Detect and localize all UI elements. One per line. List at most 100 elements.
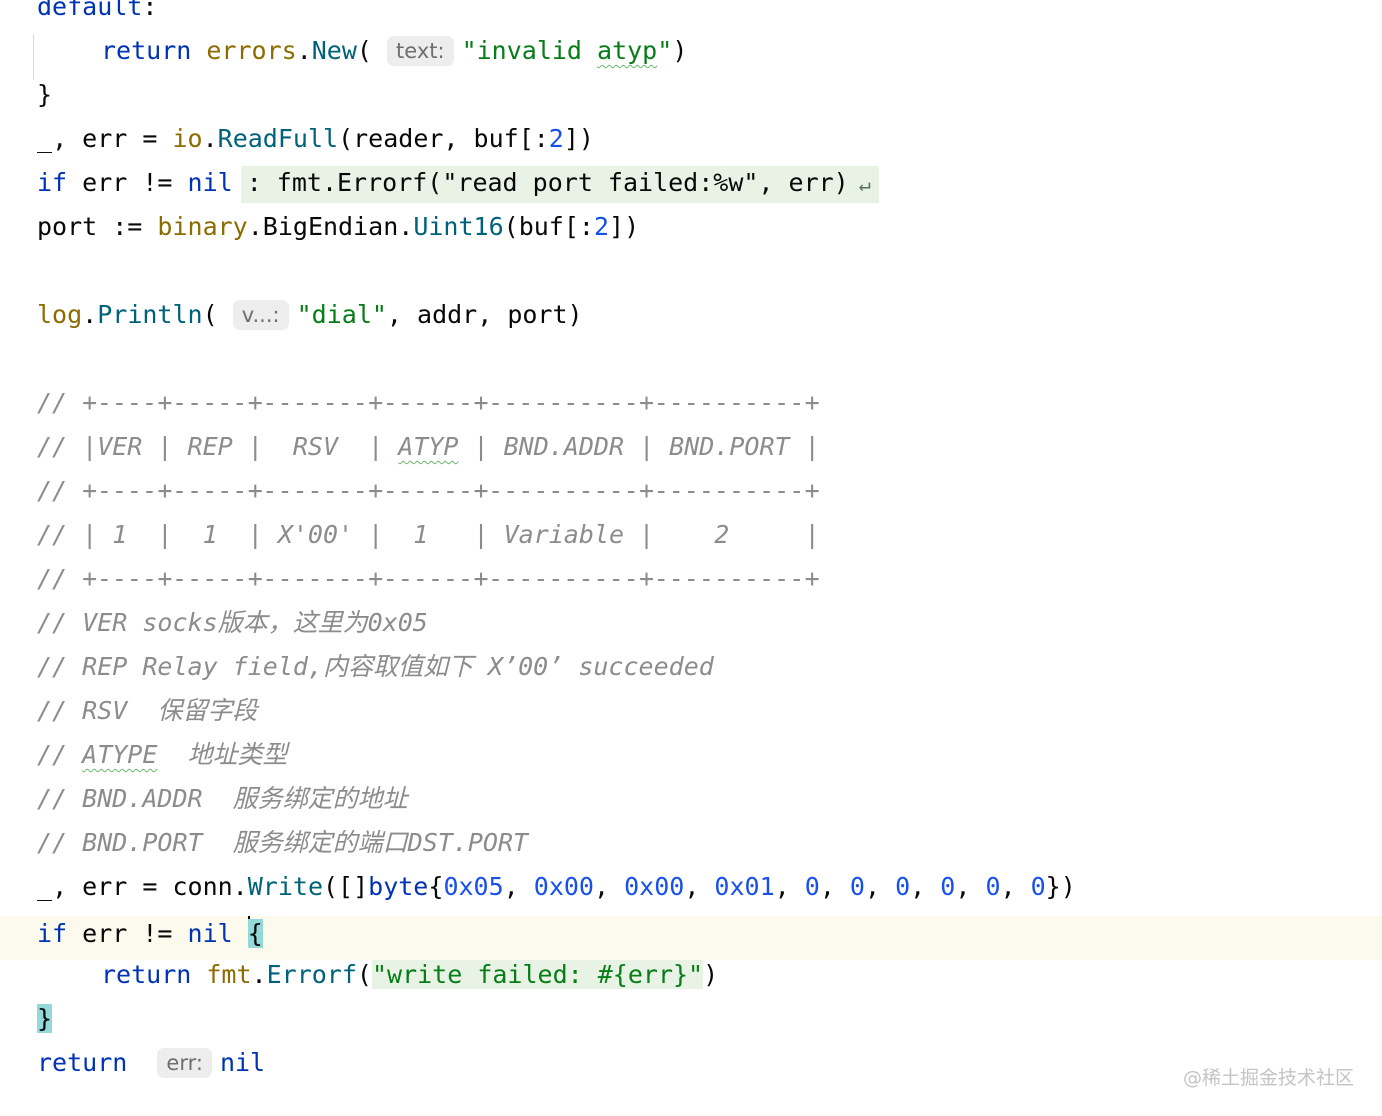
code-line-if-err-current[interactable]: if err != nil { — [0, 916, 1382, 960]
comment-text: // +----+-----+-------+------+----------… — [37, 564, 820, 593]
code-line-log-println[interactable]: log.Println( v...: "dial", addr, port) — [0, 300, 1382, 344]
condition: err != — [67, 168, 188, 197]
comment-line[interactable]: // +----+-----+-------+------+----------… — [0, 476, 1382, 520]
comment-text: // |VER | REP | RSV | — [37, 432, 399, 461]
comment-line[interactable]: // +----+-----+-------+------+----------… — [0, 388, 1382, 432]
comment-line[interactable]: // RSV 保留字段 — [0, 696, 1382, 740]
args-end: ]) — [609, 212, 640, 241]
function-errorf: Errorf — [266, 960, 357, 989]
code-line-if-err-folded[interactable]: if err != nil: fmt.Errorf("read port fai… — [0, 166, 1382, 212]
separator: , — [684, 872, 715, 901]
blank-identifier: _ — [37, 124, 53, 153]
function-uint16: Uint16 — [413, 212, 504, 241]
comment-text: // +----+-----+-------+------+----------… — [37, 388, 820, 417]
keyword-byte: byte — [368, 872, 429, 901]
code-line-close-brace[interactable]: } — [0, 80, 1382, 124]
comment-line[interactable]: // REP Relay field,内容取值如下 X’00’ succeede… — [0, 652, 1382, 696]
comment-text: // | 1 | 1 | X'00' | 1 | Variable | 2 | — [37, 520, 820, 549]
comment-text: // BND.ADDR 服务绑定的地址 — [37, 784, 408, 813]
comment-text: // BND.PORT 服务绑定的端口DST.PORT — [37, 828, 529, 857]
unfold-arrow-icon[interactable]: ↵ — [859, 172, 871, 196]
number-literal: 0 — [895, 872, 911, 901]
number-literal: 0x01 — [714, 872, 775, 901]
comment-line[interactable]: // BND.ADDR 服务绑定的地址 — [0, 784, 1382, 828]
folded-code-region[interactable]: : fmt.Errorf("read port failed:%w", err)… — [240, 166, 879, 203]
brace-close: }) — [1045, 872, 1076, 901]
comment-line[interactable]: // ATYPE 地址类型 — [0, 740, 1382, 784]
string-close: " — [657, 36, 673, 65]
code-line-port[interactable]: port := binary.BigEndian.Uint16(buf[:2]) — [0, 212, 1382, 256]
comment-line[interactable]: // BND.PORT 服务绑定的端口DST.PORT — [0, 828, 1382, 872]
comment-line[interactable]: // | 1 | 1 | X'00' | 1 | Variable | 2 | — [0, 520, 1382, 564]
separator: , — [864, 872, 896, 901]
package-fmt: fmt — [206, 960, 252, 989]
number-literal: 2 — [593, 212, 610, 241]
number-literal: 0 — [985, 872, 1001, 901]
package-io: io — [172, 124, 203, 153]
number-literal: 0x05 — [443, 872, 504, 901]
code-line-readfull[interactable]: _, err = io.ReadFull(reader, buf[:2]) — [0, 124, 1382, 168]
code-editor[interactable]: default: return errors.New( text: "invali… — [0, 0, 1382, 1116]
number-literal: 0x00 — [624, 872, 685, 901]
function-println: Println — [97, 300, 203, 329]
parameter-hint-v: v...: — [232, 300, 289, 330]
separator: , — [955, 872, 986, 901]
close-brace: } — [37, 80, 53, 109]
function-new: New — [311, 36, 357, 65]
matched-close-brace: } — [37, 1004, 53, 1033]
assign-conn: , err = conn. — [52, 872, 248, 901]
code-line-conn-write[interactable]: _, err = conn.Write([]byte{0x05, 0x00, 0… — [0, 872, 1382, 916]
paren-close: ) — [672, 36, 688, 65]
number-literal: 0x00 — [533, 872, 594, 901]
typo-atyp: ATYP — [398, 432, 459, 461]
matched-open-brace: { — [247, 919, 263, 948]
code-line-close-brace[interactable]: } — [0, 1004, 1382, 1048]
string-dial: "dial" — [296, 300, 387, 329]
separator: , — [819, 872, 850, 901]
condition: err != — [67, 919, 188, 948]
args-end: ]) — [563, 124, 594, 153]
typo-atype: ATYPE — [82, 740, 158, 769]
number-literal: 0 — [940, 872, 956, 901]
code-line-default[interactable]: default: — [0, 0, 1382, 36]
keyword-return: return — [37, 1048, 128, 1077]
dot: . — [247, 212, 263, 241]
code-line-blank[interactable] — [0, 344, 1382, 388]
comment-text: // REP Relay field,内容取值如下 X’00’ succeede… — [37, 652, 714, 681]
comment-text: // VER socks版本，这里为0x05 — [37, 608, 428, 637]
code-line-blank[interactable] — [0, 256, 1382, 300]
separator: , — [1000, 872, 1031, 901]
dot: . — [251, 960, 267, 989]
code-line-return-nil[interactable]: return err: nil — [0, 1048, 1382, 1092]
number-literal: 2 — [548, 124, 564, 153]
keyword-nil: nil — [187, 168, 233, 197]
paren-close: ) — [703, 960, 719, 989]
dot: . — [202, 124, 218, 153]
code-line-return-fmt[interactable]: return fmt.Errorf("write failed: #{err}"… — [0, 960, 1382, 1004]
port-assign: port := — [37, 212, 158, 241]
comment-text: 地址类型 — [157, 740, 288, 769]
comment-line[interactable]: // VER socks版本，这里为0x05 — [0, 608, 1382, 652]
dot: . — [296, 36, 312, 65]
paren-open: ( — [356, 36, 372, 65]
keyword-nil: nil — [187, 919, 233, 948]
package-log: log — [37, 300, 83, 329]
separator: , — [503, 872, 534, 901]
blank-identifier: _ — [37, 872, 53, 901]
function-write: Write — [247, 872, 323, 901]
parameter-hint-text: text: — [387, 36, 454, 66]
typo-atyp: atyp — [597, 36, 658, 65]
code-line-return-errors[interactable]: return errors.New( text: "invalid atyp") — [0, 36, 1382, 80]
keyword-if: if — [37, 919, 68, 948]
number-literal: 0 — [849, 872, 865, 901]
string-write-failed: "write failed: #{err}" — [371, 960, 704, 989]
assign-err: , err = — [52, 124, 173, 153]
slice-open: ([] — [323, 872, 369, 901]
keyword-if: if — [37, 168, 68, 197]
comment-line[interactable]: // |VER | REP | RSV | ATYP | BND.ADDR | … — [0, 432, 1382, 476]
comment-text: // RSV 保留字段 — [37, 696, 258, 725]
separator: , — [774, 872, 805, 901]
keyword-nil: nil — [219, 1048, 266, 1077]
comment-line[interactable]: // +----+-----+-------+------+----------… — [0, 564, 1382, 608]
